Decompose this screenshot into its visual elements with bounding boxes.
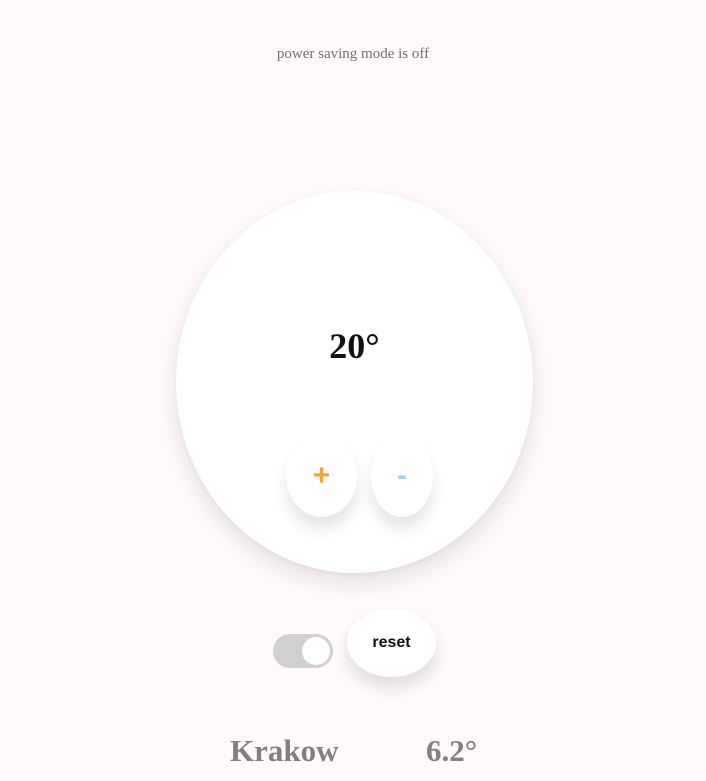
city-name: Krakow (230, 733, 339, 768)
decrease-temperature-button[interactable]: - (371, 435, 433, 517)
reset-button[interactable]: reset (347, 609, 436, 677)
power-saving-status: power saving mode is off (276, 46, 430, 62)
power-saving-toggle[interactable] (273, 634, 333, 668)
plus-icon: + (312, 459, 331, 492)
toggle-knob (302, 637, 330, 665)
outside-temperature: 6.2° (426, 733, 478, 768)
minus-icon: - (397, 459, 407, 492)
thermostat-dial: 20° + - (176, 191, 533, 573)
set-temperature: 20° (329, 326, 380, 366)
increase-temperature-button[interactable]: + (286, 435, 357, 517)
